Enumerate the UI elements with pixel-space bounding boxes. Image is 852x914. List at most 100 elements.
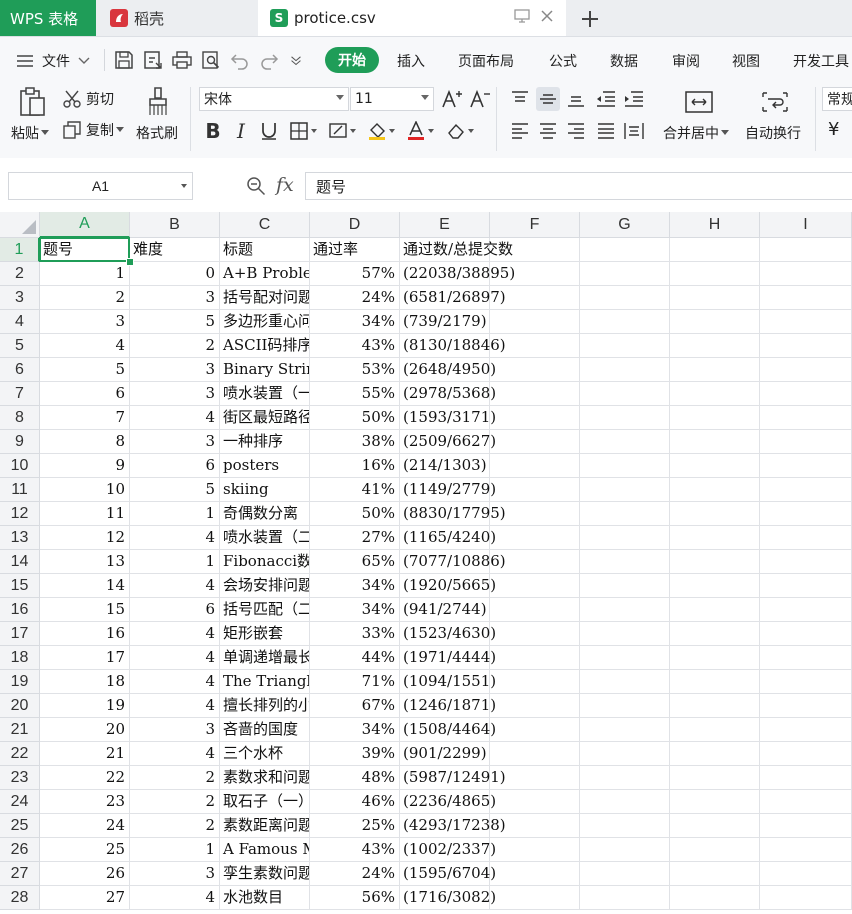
cell-b[interactable]: 4 [130, 406, 220, 430]
empty-cell[interactable] [670, 310, 760, 334]
column-header-c[interactable]: C [220, 212, 310, 238]
row-header[interactable]: 13 [0, 526, 40, 550]
cell-a[interactable]: 21 [40, 742, 130, 766]
cell-a[interactable]: 18 [40, 670, 130, 694]
cell-d[interactable]: 16% [310, 454, 400, 478]
cell-a[interactable]: 12 [40, 526, 130, 550]
cell-a[interactable]: 1 [40, 262, 130, 286]
empty-cell[interactable] [490, 526, 580, 550]
save-icon[interactable] [108, 45, 140, 75]
number-format-select[interactable]: 常规 [822, 87, 852, 111]
column-header-f[interactable]: F [490, 212, 580, 238]
empty-cell[interactable] [580, 766, 670, 790]
empty-cell[interactable] [490, 598, 580, 622]
row-header[interactable]: 5 [0, 334, 40, 358]
empty-cell[interactable] [670, 622, 760, 646]
empty-cell[interactable] [490, 310, 580, 334]
empty-cell[interactable] [670, 742, 760, 766]
cell-e[interactable]: (1593/3171) [400, 406, 496, 430]
empty-cell[interactable] [760, 766, 852, 790]
cell-a[interactable]: 11 [40, 502, 130, 526]
empty-cell[interactable] [490, 646, 580, 670]
empty-cell[interactable] [490, 694, 580, 718]
cell-a[interactable]: 17 [40, 646, 130, 670]
empty-cell[interactable] [580, 430, 670, 454]
cell-a[interactable]: 16 [40, 622, 130, 646]
align-center-icon[interactable] [536, 119, 560, 143]
empty-cell[interactable] [760, 358, 852, 382]
empty-cell[interactable] [760, 574, 852, 598]
cell-e[interactable]: (739/2179) [400, 310, 490, 334]
empty-cell[interactable] [580, 694, 670, 718]
empty-cell[interactable] [670, 766, 760, 790]
empty-cell[interactable] [670, 814, 760, 838]
row-header[interactable]: 19 [0, 670, 40, 694]
empty-cell[interactable] [580, 358, 670, 382]
cell-a[interactable]: 26 [40, 862, 130, 886]
bold-icon[interactable]: B [201, 119, 225, 143]
cell-c[interactable]: 括号配对问题 [220, 286, 310, 310]
empty-cell[interactable] [760, 238, 852, 262]
cell-d[interactable]: 33% [310, 622, 400, 646]
empty-cell[interactable] [580, 814, 670, 838]
empty-cell[interactable] [670, 574, 760, 598]
empty-cell[interactable] [580, 502, 670, 526]
monitor-icon[interactable] [514, 9, 530, 27]
cell-d[interactable]: 34% [310, 310, 400, 334]
cell-e[interactable]: (5987/12491) [400, 766, 506, 790]
empty-cell[interactable] [760, 862, 852, 886]
empty-cell[interactable] [490, 358, 580, 382]
insert-function-icon[interactable]: fx [276, 174, 294, 196]
menu-start[interactable]: 开始 [325, 47, 379, 73]
cell-d[interactable]: 38% [310, 430, 400, 454]
cell-a[interactable]: 2 [40, 286, 130, 310]
font-color-icon[interactable] [404, 119, 438, 143]
cell-b[interactable]: 1 [130, 550, 220, 574]
undo-icon[interactable] [224, 45, 256, 75]
row-header[interactable]: 26 [0, 838, 40, 862]
font-name-select[interactable]: 宋体 [199, 87, 349, 111]
empty-cell[interactable] [760, 310, 852, 334]
empty-cell[interactable] [580, 646, 670, 670]
font-size-select[interactable]: 11 [350, 87, 434, 111]
tab-daoke[interactable]: 稻壳 [96, 0, 256, 36]
empty-cell[interactable] [490, 382, 580, 406]
cell-e[interactable]: (1094/1551) [400, 670, 496, 694]
empty-cell[interactable] [670, 382, 760, 406]
row-header[interactable]: 17 [0, 622, 40, 646]
empty-cell[interactable] [760, 790, 852, 814]
cell-d[interactable]: 34% [310, 718, 400, 742]
empty-cell[interactable] [670, 454, 760, 478]
cell-b[interactable]: 2 [130, 766, 220, 790]
row-header[interactable]: 7 [0, 382, 40, 406]
cell-c[interactable]: 多边形重心问题 [220, 310, 310, 334]
currency-format-button[interactable]: ¥ [828, 119, 839, 140]
row-header[interactable]: 24 [0, 790, 40, 814]
empty-cell[interactable] [490, 718, 580, 742]
increase-font-size-icon[interactable] [440, 87, 464, 111]
row-header[interactable]: 6 [0, 358, 40, 382]
empty-cell[interactable] [760, 454, 852, 478]
empty-cell[interactable] [760, 694, 852, 718]
empty-cell[interactable] [760, 550, 852, 574]
empty-cell[interactable] [760, 382, 852, 406]
cell-b[interactable]: 6 [130, 454, 220, 478]
distributed-align-icon[interactable] [622, 119, 646, 143]
cell-e[interactable]: (1716/3082) [400, 886, 496, 910]
cell-a[interactable]: 9 [40, 454, 130, 478]
align-right-icon[interactable] [564, 119, 588, 143]
cell-a[interactable]: 25 [40, 838, 130, 862]
underline-icon[interactable] [257, 119, 281, 143]
cell-d[interactable]: 55% [310, 382, 400, 406]
cell-c[interactable]: 三个水杯 [220, 742, 310, 766]
fill-handle[interactable] [126, 258, 134, 266]
empty-cell[interactable] [580, 310, 670, 334]
empty-cell[interactable] [760, 622, 852, 646]
cell-b[interactable]: 4 [130, 646, 220, 670]
cell-e[interactable]: (1971/4444) [400, 646, 496, 670]
cell-e[interactable]: (1508/4464) [400, 718, 496, 742]
zoom-search-icon[interactable] [246, 176, 266, 200]
cell-d[interactable]: 通过率 [310, 238, 400, 262]
row-header[interactable]: 10 [0, 454, 40, 478]
empty-cell[interactable] [580, 382, 670, 406]
